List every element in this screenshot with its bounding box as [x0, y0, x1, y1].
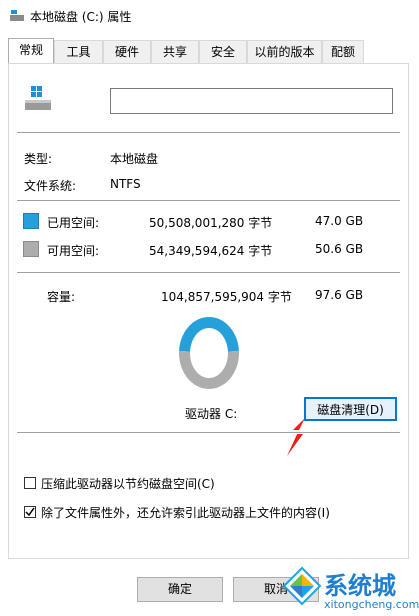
- watermark-logo-icon: [282, 566, 322, 606]
- free-space-label: 可用空间:: [47, 244, 100, 258]
- free-space-bytes: 54,349,594,624 字节: [149, 244, 273, 258]
- disk-usage-donut: [179, 317, 239, 389]
- tab-tools[interactable]: 工具: [54, 40, 103, 63]
- drive-icon: [10, 10, 24, 21]
- tab-hardware[interactable]: 硬件: [103, 40, 151, 63]
- filesystem-value: NTFS: [110, 177, 141, 191]
- type-value: 本地磁盘: [110, 152, 159, 166]
- watermark-url: xitongcheng.com: [324, 598, 419, 611]
- tab-previous-versions[interactable]: 以前的版本: [247, 40, 322, 63]
- donut-free-slice: [179, 350, 239, 389]
- compress-label: 压缩此驱动器以节约磁盘空间(C): [41, 477, 215, 491]
- capacity-label: 容量:: [47, 290, 76, 304]
- disk-cleanup-button[interactable]: 磁盘清理(D): [304, 397, 397, 421]
- drive-name-input[interactable]: [110, 88, 393, 114]
- divider: [17, 200, 400, 201]
- annotation-arrow: [287, 418, 305, 456]
- used-space-swatch: [23, 213, 39, 229]
- ok-button[interactable]: 确定: [137, 577, 223, 602]
- index-checkbox[interactable]: [24, 506, 36, 518]
- type-label: 类型:: [24, 152, 53, 166]
- watermark: 系统城 xitongcheng.com: [282, 560, 419, 616]
- capacity-bytes: 104,857,595,904 字节: [161, 290, 292, 304]
- window-title: 本地磁盘 (C:) 属性: [30, 10, 132, 24]
- used-space-bytes: 50,508,001,280 字节: [149, 216, 273, 230]
- index-label: 除了文件属性外，还允许索引此驱动器上文件的内容(I): [41, 506, 330, 520]
- tab-general[interactable]: 常规: [8, 38, 54, 63]
- divider: [17, 432, 400, 433]
- tab-sharing[interactable]: 共享: [151, 40, 199, 63]
- free-space-size: 50.6 GB: [315, 242, 364, 256]
- tab-strip: 常规 工具 硬件 共享 安全 以前的版本 配额: [8, 38, 408, 64]
- title-bar: 本地磁盘 (C:) 属性: [0, 0, 419, 32]
- watermark-brand: 系统城: [324, 572, 396, 600]
- tab-security[interactable]: 安全: [199, 40, 247, 63]
- drive-icon: [25, 86, 51, 110]
- divider: [17, 272, 400, 273]
- divider: [17, 132, 400, 133]
- drive-letter-label: 驱动器 C:: [185, 407, 238, 421]
- compress-checkbox[interactable]: [24, 477, 36, 489]
- free-space-swatch: [23, 241, 39, 257]
- used-space-label: 已用空间:: [47, 216, 100, 230]
- tab-quota[interactable]: 配额: [322, 40, 364, 63]
- checkmark-icon: [25, 507, 35, 517]
- general-panel: 类型: 本地磁盘 文件系统: NTFS 已用空间: 50,508,001,280…: [8, 63, 409, 559]
- used-space-size: 47.0 GB: [315, 214, 364, 228]
- filesystem-label: 文件系统:: [24, 179, 77, 193]
- donut-used-slice: [179, 317, 239, 352]
- capacity-size: 97.6 GB: [315, 288, 364, 302]
